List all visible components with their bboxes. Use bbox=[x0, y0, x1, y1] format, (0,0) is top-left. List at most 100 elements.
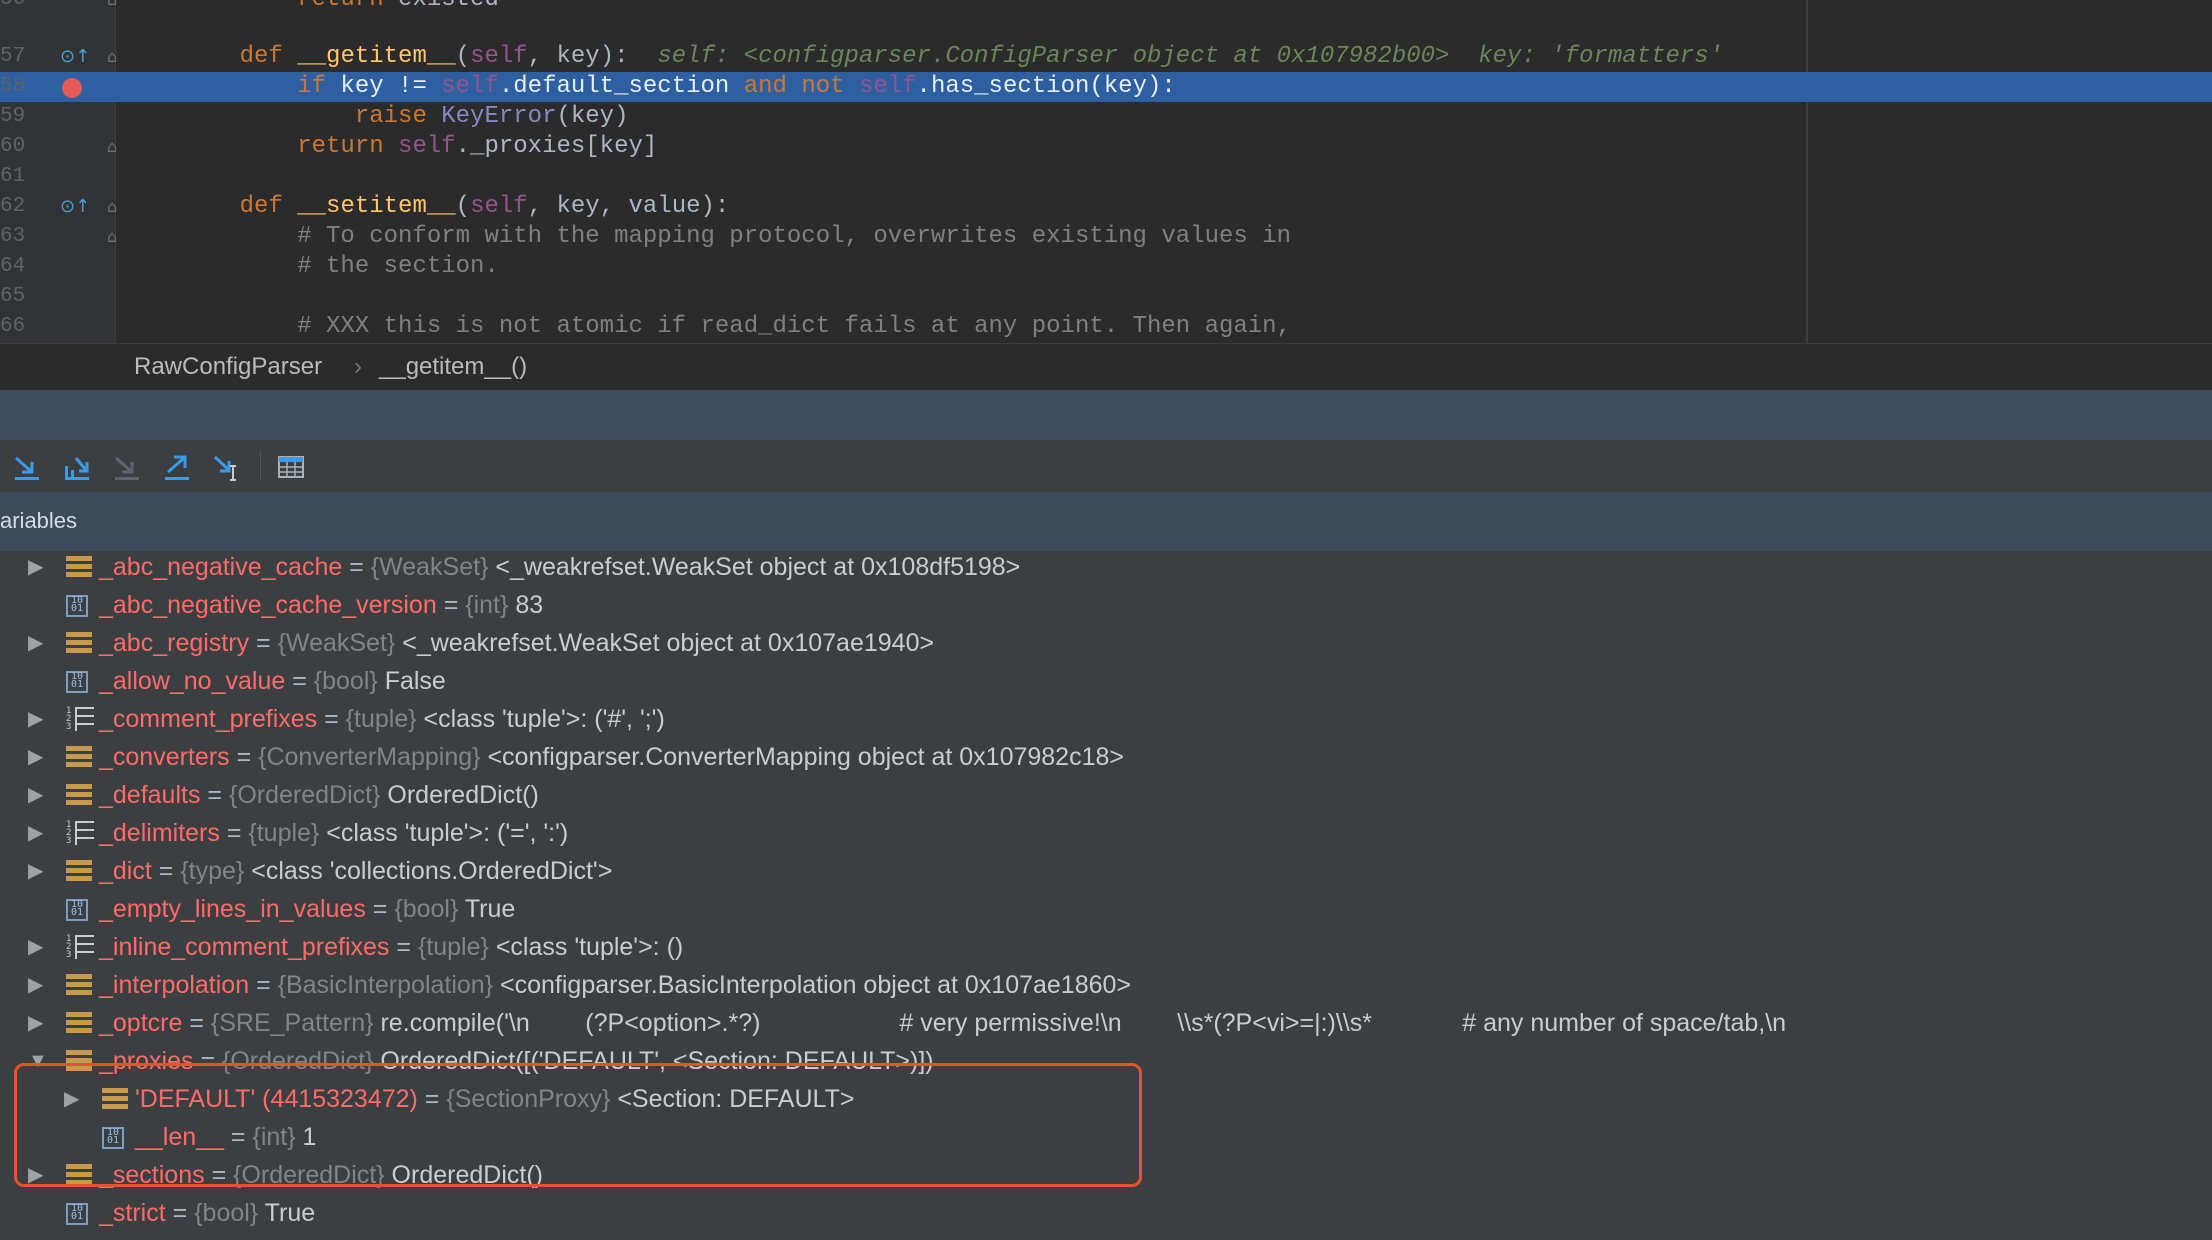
line-number[interactable]: 63 bbox=[0, 222, 25, 252]
line-number[interactable]: 65 bbox=[0, 282, 25, 312]
variable-row[interactable]: 10 01 _abc_negative_cache_version = {int}… bbox=[0, 586, 2212, 624]
expand-arrow-icon[interactable]: ▶ bbox=[28, 738, 43, 776]
line-number[interactable]: 59 bbox=[0, 102, 25, 132]
variable-entry[interactable]: 'DEFAULT' (4415323472) = {SectionProxy} … bbox=[135, 1080, 854, 1118]
expand-arrow-icon[interactable]: ▶ bbox=[28, 700, 43, 738]
code-text[interactable]: return existed bbox=[182, 0, 499, 15]
variable-row[interactable]: ▶ _optcre = {SRE_Pattern} re.compile('\n … bbox=[0, 1004, 2212, 1042]
fold-marker-icon[interactable]: ⌂ bbox=[107, 42, 117, 72]
code-text[interactable]: return self._proxies[key] bbox=[182, 132, 657, 162]
variable-entry[interactable]: _empty_lines_in_values = {bool} True bbox=[99, 890, 515, 928]
variable-name: _abc_negative_cache bbox=[99, 553, 343, 581]
code-text[interactable]: # XXX this is not atomic if read_dict fa… bbox=[182, 312, 1291, 342]
variable-value: OrderedDict() bbox=[387, 781, 539, 809]
breakpoint-icon[interactable] bbox=[62, 78, 82, 98]
variable-row[interactable]: ▶ _converters = {ConverterMapping} <confi… bbox=[0, 738, 2212, 776]
line-number[interactable]: 56 bbox=[0, 0, 25, 15]
line-number[interactable]: 58 bbox=[0, 72, 25, 102]
variable-row[interactable]: ▼ _proxies = {OrderedDict} OrderedDict([(… bbox=[0, 1042, 2212, 1080]
line-number[interactable]: 61 bbox=[0, 162, 25, 192]
variable-row[interactable]: ▶ _abc_negative_cache = {WeakSet} <_weakr… bbox=[0, 551, 2212, 586]
variable-row[interactable]: ▶ _abc_registry = {WeakSet} <_weakrefset.… bbox=[0, 624, 2212, 662]
code-editor[interactable]: 56 ⌂ return existed 57 ⊙↑ ⌂ def __getitem__(… bbox=[0, 0, 2212, 343]
code-text[interactable]: def __getitem__(self, key): self: <confi… bbox=[182, 42, 1723, 72]
line-number[interactable]: 64 bbox=[0, 252, 25, 282]
run-to-cursor-icon[interactable] bbox=[212, 452, 242, 482]
variable-row[interactable]: 10 01 _strict = {bool} True bbox=[0, 1194, 2212, 1232]
code-text[interactable]: # To conform with the mapping protocol, … bbox=[182, 222, 1291, 252]
expand-arrow-icon[interactable]: ▶ bbox=[28, 551, 43, 586]
variable-entry[interactable]: _interpolation = {BasicInterpolation} <c… bbox=[99, 966, 1131, 1004]
variable-entry[interactable]: _optcre = {SRE_Pattern} re.compile('\n (… bbox=[99, 1004, 1786, 1042]
line-number[interactable]: 60 bbox=[0, 132, 25, 162]
variable-row[interactable]: ▶ _defaults = {OrderedDict} OrderedDict() bbox=[0, 776, 2212, 814]
expand-arrow-icon[interactable]: ▶ bbox=[28, 966, 43, 1004]
variable-entry[interactable]: _strict = {bool} True bbox=[99, 1194, 315, 1232]
expand-arrow-icon[interactable]: ▶ bbox=[28, 1156, 43, 1194]
override-method-icon[interactable]: ⊙↑ bbox=[60, 42, 90, 72]
variable-entry[interactable]: _sections = {OrderedDict} OrderedDict() bbox=[99, 1156, 543, 1194]
variable-row[interactable]: ▶ 1 2 3 _inline_comment_prefixes = {tuple}… bbox=[0, 928, 2212, 966]
code-line[interactable]: 61 bbox=[0, 162, 2212, 192]
expand-arrow-icon[interactable]: ▶ bbox=[64, 1080, 79, 1118]
expand-arrow-icon[interactable]: ▶ bbox=[28, 928, 43, 966]
variables-tree[interactable]: ▶ _abc_negative_cache = {WeakSet} <_weakr… bbox=[0, 551, 2212, 1240]
fold-marker-icon[interactable]: ⌂ bbox=[107, 0, 117, 15]
line-number[interactable]: 57 bbox=[0, 42, 25, 72]
breadcrumb-method[interactable]: __getitem__() bbox=[379, 353, 527, 381]
code-line[interactable]: 59 raise KeyError(key) bbox=[0, 102, 2212, 132]
code-line[interactable]: 62 ⊙↑ ⌂ def __setitem__(self, key, value): bbox=[0, 192, 2212, 222]
code-text[interactable]: raise KeyError(key) bbox=[182, 102, 629, 132]
fold-marker-icon[interactable]: ⌂ bbox=[107, 222, 117, 252]
expand-arrow-icon[interactable]: ▶ bbox=[28, 624, 43, 662]
variable-row[interactable]: ▶ 1 2 3 _comment_prefixes = {tuple} <class… bbox=[0, 700, 2212, 738]
code-line[interactable]: 60 ⌂ return self._proxies[key] bbox=[0, 132, 2212, 162]
variable-entry[interactable]: _inline_comment_prefixes = {tuple} <clas… bbox=[99, 928, 683, 966]
variable-row[interactable]: ▶ _sections = {OrderedDict} OrderedDict() bbox=[0, 1156, 2212, 1194]
variable-row[interactable]: ▶ _interpolation = {BasicInterpolation} <… bbox=[0, 966, 2212, 1004]
step-over-icon[interactable] bbox=[12, 452, 42, 482]
expand-arrow-icon[interactable]: ▶ bbox=[28, 814, 43, 852]
variable-row[interactable]: 10 01 _empty_lines_in_values = {bool} Tru… bbox=[0, 890, 2212, 928]
variable-row[interactable]: ▶ _dict = {type} <class 'collections.Orde… bbox=[0, 852, 2212, 890]
variable-entry[interactable]: _abc_negative_cache_version = {int} 83 bbox=[99, 586, 543, 624]
step-into-icon[interactable] bbox=[62, 452, 92, 482]
variable-row[interactable]: ▶ 'DEFAULT' (4415323472) = {SectionProxy}… bbox=[0, 1080, 2212, 1118]
variable-row[interactable]: 10 01 __len__ = {int} 1 bbox=[0, 1118, 2212, 1156]
code-line[interactable]: 64 # the section. bbox=[0, 252, 2212, 282]
evaluate-expression-icon[interactable] bbox=[276, 452, 306, 482]
variable-entry[interactable]: _dict = {type} <class 'collections.Order… bbox=[99, 852, 612, 890]
code-line[interactable]: 63 ⌂ # To conform with the mapping protoc… bbox=[0, 222, 2212, 252]
variable-entry[interactable]: _converters = {ConverterMapping} <config… bbox=[99, 738, 1124, 776]
expand-arrow-icon[interactable]: ▶ bbox=[28, 776, 43, 814]
expand-arrow-icon[interactable]: ▶ bbox=[28, 852, 43, 890]
breadcrumb-class[interactable]: RawConfigParser bbox=[134, 353, 322, 381]
code-line[interactable]: 57 ⊙↑ ⌂ def __getitem__(self, key): self: … bbox=[0, 42, 2212, 72]
variable-entry[interactable]: _allow_no_value = {bool} False bbox=[99, 662, 446, 700]
fold-marker-icon[interactable]: ⌂ bbox=[107, 192, 117, 222]
code-text[interactable]: if key != self.default_section and not s… bbox=[182, 72, 1176, 102]
code-line-current[interactable]: 58 if key != self.default_section and no… bbox=[0, 72, 2212, 102]
variable-row[interactable]: 10 01 _allow_no_value = {bool} False bbox=[0, 662, 2212, 700]
variable-entry[interactable]: _proxies = {OrderedDict} OrderedDict([('… bbox=[99, 1042, 934, 1080]
variable-entry[interactable]: _abc_negative_cache = {WeakSet} <_weakre… bbox=[99, 551, 1020, 586]
variable-entry[interactable]: _abc_registry = {WeakSet} <_weakrefset.W… bbox=[99, 624, 934, 662]
line-number[interactable]: 62 bbox=[0, 192, 25, 222]
code-text[interactable]: def __setitem__(self, key, value): bbox=[182, 192, 730, 222]
step-into-my-code-icon[interactable] bbox=[112, 452, 142, 482]
step-out-icon[interactable] bbox=[162, 452, 192, 482]
collapse-arrow-icon[interactable]: ▼ bbox=[28, 1042, 48, 1080]
override-method-icon[interactable]: ⊙↑ bbox=[60, 192, 90, 222]
variable-entry[interactable]: _defaults = {OrderedDict} OrderedDict() bbox=[99, 776, 539, 814]
variable-entry[interactable]: __len__ = {int} 1 bbox=[135, 1118, 316, 1156]
code-text[interactable]: # the section. bbox=[182, 252, 499, 282]
variable-entry[interactable]: _delimiters = {tuple} <class 'tuple'>: (… bbox=[99, 814, 568, 852]
code-line[interactable]: 65 bbox=[0, 282, 2212, 312]
variable-row[interactable]: ▶ 1 2 3 _delimiters = {tuple} <class 'tupl… bbox=[0, 814, 2212, 852]
code-line[interactable]: 66 # XXX this is not atomic if read_dict… bbox=[0, 312, 2212, 342]
line-number[interactable]: 66 bbox=[0, 312, 25, 342]
fold-marker-icon[interactable]: ⌂ bbox=[107, 132, 117, 162]
expand-arrow-icon[interactable]: ▶ bbox=[28, 1004, 43, 1042]
variable-entry[interactable]: _comment_prefixes = {tuple} <class 'tupl… bbox=[99, 700, 665, 738]
code-line[interactable]: 56 ⌂ return existed bbox=[0, 0, 2212, 15]
